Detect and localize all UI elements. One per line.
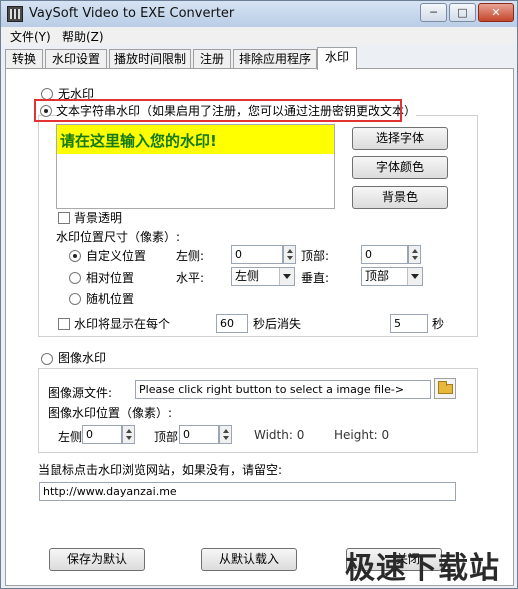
position-size-label: 水印位置尺寸（像素）: bbox=[56, 230, 181, 244]
custom-position-radio[interactable] bbox=[69, 250, 81, 262]
show-every-input[interactable]: 60 bbox=[216, 314, 248, 333]
relative-position-radio[interactable] bbox=[69, 272, 81, 284]
close-window-button[interactable]: ✕ bbox=[478, 3, 514, 22]
transparent-bg-checkbox[interactable] bbox=[58, 212, 70, 224]
left-label: 左侧: bbox=[176, 249, 205, 263]
image-left-spinner[interactable] bbox=[122, 425, 135, 444]
click-url-input[interactable]: http://www.dayanzai.me bbox=[39, 482, 456, 501]
image-left-input[interactable]: 0 bbox=[82, 425, 122, 444]
transparent-bg-label: 背景透明 bbox=[74, 211, 123, 225]
left-offset-spinner[interactable] bbox=[283, 245, 296, 264]
save-default-button[interactable]: 保存为默认 bbox=[49, 548, 145, 571]
tab-watermark-settings[interactable]: 水印设置 bbox=[45, 49, 107, 69]
tab-convert[interactable]: 转换 bbox=[5, 49, 43, 69]
image-top-label: 顶部 bbox=[154, 430, 179, 444]
menu-bar: 文件(Y) 帮助(Z) bbox=[1, 27, 517, 45]
image-height-readout: Height: 0 bbox=[334, 428, 390, 442]
seconds-label: 秒 bbox=[432, 317, 445, 331]
maximize-button[interactable]: □ bbox=[449, 3, 476, 22]
minimize-button[interactable]: ─ bbox=[420, 3, 447, 22]
background-color-button[interactable]: 背景色 bbox=[352, 186, 448, 209]
select-font-button[interactable]: 选择字体 bbox=[352, 127, 448, 150]
disappear-seconds-input[interactable]: 5 bbox=[390, 314, 428, 333]
annotation-highlight-box bbox=[34, 99, 402, 122]
random-position-label: 随机位置 bbox=[86, 292, 135, 306]
folder-open-icon bbox=[438, 381, 453, 394]
horizontal-label: 水平: bbox=[176, 271, 205, 285]
click-url-label: 当鼠标点击水印浏览网站，如果没有，请留空: bbox=[38, 463, 283, 477]
left-offset-input[interactable]: 0 bbox=[231, 245, 283, 264]
image-top-input[interactable]: 0 bbox=[179, 425, 219, 444]
image-watermark-label: 图像水印 bbox=[58, 349, 107, 366]
vertical-label: 垂直: bbox=[301, 271, 330, 285]
font-color-button[interactable]: 字体颜色 bbox=[352, 156, 448, 179]
show-every-label: 水印将显示在每个 bbox=[74, 317, 171, 331]
top-offset-input[interactable]: 0 bbox=[361, 245, 408, 264]
title-bar: VaySoft Video to EXE Converter ─ □ ✕ bbox=[1, 1, 517, 27]
chevron-down-icon[interactable] bbox=[407, 268, 422, 285]
watermark-preview-band: 请在这里输入您的水印! bbox=[57, 125, 334, 154]
horizontal-align-select[interactable]: 左侧 bbox=[231, 267, 295, 286]
tab-play-time-limit[interactable]: 播放时间限制 bbox=[109, 49, 191, 69]
menu-file[interactable]: 文件(Y) bbox=[10, 28, 51, 45]
custom-position-label: 自定义位置 bbox=[86, 249, 147, 263]
app-window: VaySoft Video to EXE Converter ─ □ ✕ 文件(… bbox=[0, 0, 518, 589]
browse-folder-button[interactable] bbox=[434, 378, 456, 399]
window-title: VaySoft Video to EXE Converter bbox=[29, 6, 235, 21]
image-left-label: 左侧 bbox=[58, 430, 83, 444]
load-default-button[interactable]: 从默认载入 bbox=[201, 548, 297, 571]
tab-strip: 转换 水印设置 播放时间限制 注册 排除应用程序 水印 bbox=[1, 47, 517, 70]
tab-watermark[interactable]: 水印 bbox=[317, 47, 357, 70]
random-position-radio[interactable] bbox=[69, 293, 81, 305]
menu-help[interactable]: 帮助(Z) bbox=[62, 28, 104, 45]
vertical-align-value: 顶部 bbox=[365, 269, 390, 283]
vertical-align-select[interactable]: 顶部 bbox=[361, 267, 423, 286]
image-width-readout: Width: 0 bbox=[254, 428, 305, 442]
show-periodically-checkbox[interactable] bbox=[58, 318, 70, 330]
image-top-spinner[interactable] bbox=[219, 425, 232, 444]
image-source-label: 图像源文件: bbox=[48, 386, 113, 400]
site-watermark-overlay: 极速下载站 bbox=[345, 551, 500, 586]
relative-position-label: 相对位置 bbox=[86, 271, 135, 285]
top-offset-spinner[interactable] bbox=[408, 245, 421, 264]
image-source-input[interactable]: Please click right button to select a im… bbox=[135, 380, 431, 399]
disappear-after-label: 秒后消失 bbox=[253, 317, 302, 331]
watermark-preview-text: 请在这里输入您的水印! bbox=[60, 132, 217, 150]
image-watermark-radio[interactable] bbox=[41, 353, 53, 365]
image-position-label: 图像水印位置（像素）: bbox=[48, 406, 173, 420]
top-label: 顶部: bbox=[301, 249, 330, 263]
tab-register[interactable]: 注册 bbox=[193, 49, 231, 69]
chevron-down-icon[interactable] bbox=[279, 268, 294, 285]
film-app-icon bbox=[7, 6, 23, 22]
watermark-text-editor[interactable]: 请在这里输入您的水印! bbox=[56, 124, 335, 209]
horizontal-align-value: 左侧 bbox=[235, 269, 260, 283]
tab-exclude-apps[interactable]: 排除应用程序 bbox=[233, 49, 317, 69]
